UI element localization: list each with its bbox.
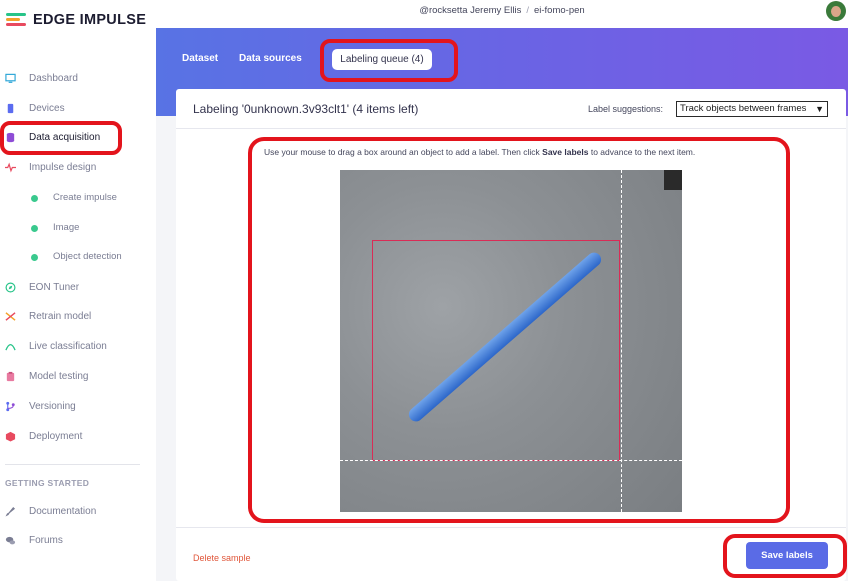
tab-dataset[interactable]: Dataset xyxy=(182,53,218,64)
tab-data-sources[interactable]: Data sources xyxy=(239,53,302,64)
card-footer-divider xyxy=(176,527,846,528)
sidebar-item-label: Image xyxy=(53,222,80,233)
breadcrumb-project[interactable]: ei-fomo-pen xyxy=(534,5,585,16)
rocket-icon xyxy=(5,506,16,517)
label-suggestions-select[interactable]: Track objects between frames ▼ xyxy=(676,101,828,117)
sidebar-item-label: Forums xyxy=(29,535,63,546)
dot-icon xyxy=(31,225,38,232)
sidebar: EDGE IMPULSE Dashboard Devices Data acqu… xyxy=(0,0,156,581)
topbar: @rocksetta Jeremy Ellis / ei-fomo-pen xyxy=(156,0,848,28)
breadcrumb-user[interactable]: @rocksetta Jeremy Ellis xyxy=(419,5,521,16)
database-icon xyxy=(6,132,15,143)
sidebar-item-label: EON Tuner xyxy=(29,282,80,293)
delete-sample-link[interactable]: Delete sample xyxy=(193,553,251,563)
sidebar-item-label: Versioning xyxy=(29,401,76,412)
chat-icon xyxy=(5,536,16,545)
logo-text: EDGE IMPULSE xyxy=(33,12,147,28)
labeling-canvas[interactable] xyxy=(340,170,682,512)
dot-icon xyxy=(31,195,38,202)
card-header: Labeling '0unknown.3v93clt1' (4 items le… xyxy=(176,89,846,129)
image-dark-corner xyxy=(664,170,682,190)
wave-icon xyxy=(5,344,16,351)
breadcrumb-separator: / xyxy=(526,5,529,16)
crosshair-horizontal xyxy=(340,460,682,461)
sidebar-item-label: Devices xyxy=(29,103,65,114)
select-value: Track objects between frames xyxy=(680,103,807,114)
sidebar-item-label: Retrain model xyxy=(29,311,92,322)
avatar-face xyxy=(831,6,841,17)
sidebar-item-label: Data acquisition xyxy=(29,132,101,143)
bounding-box[interactable] xyxy=(372,240,620,461)
tab-labeling-queue[interactable]: Labeling queue (4) xyxy=(332,49,432,70)
avatar[interactable] xyxy=(826,1,846,21)
instructions: Use your mouse to drag a box around an o… xyxy=(176,147,846,157)
labeling-card: Labeling '0unknown.3v93clt1' (4 items le… xyxy=(176,89,846,581)
chip-icon xyxy=(7,103,14,114)
dot-icon xyxy=(31,254,38,261)
sidebar-divider xyxy=(5,464,140,465)
sidebar-item-label: Deployment xyxy=(29,431,83,442)
label-suggestions-label: Label suggestions: xyxy=(588,104,664,114)
sidebar-item-label: Model testing xyxy=(29,371,89,382)
sidebar-item-label: Impulse design xyxy=(29,162,97,173)
compass-icon xyxy=(5,282,16,293)
hint-suffix: to advance to the next item. xyxy=(588,147,696,157)
hint-bold: Save labels xyxy=(542,147,589,157)
card-title: Labeling '0unknown.3v93clt1' (4 items le… xyxy=(193,102,419,116)
branch-icon xyxy=(6,401,15,412)
clipboard-icon xyxy=(6,371,15,382)
box-icon xyxy=(5,431,16,442)
sidebar-item-label: Live classification xyxy=(29,341,107,352)
breadcrumb: @rocksetta Jeremy Ellis / ei-fomo-pen xyxy=(156,5,848,16)
sidebar-item-label: Dashboard xyxy=(29,73,78,84)
hint-prefix: Use your mouse to drag a box around an o… xyxy=(264,147,543,157)
pulse-icon xyxy=(5,162,16,173)
monitor-icon xyxy=(5,73,16,83)
shuffle-icon xyxy=(5,312,16,321)
sidebar-item-label: Create impulse xyxy=(53,192,117,203)
sidebar-item-label: Object detection xyxy=(53,251,122,262)
sidebar-item-label: Documentation xyxy=(29,506,97,517)
logo[interactable]: EDGE IMPULSE xyxy=(6,10,146,30)
section-title-getting-started: GETTING STARTED xyxy=(5,478,90,488)
save-labels-button[interactable]: Save labels xyxy=(746,542,828,569)
chevron-down-icon: ▼ xyxy=(815,104,824,114)
edge-impulse-logo-icon xyxy=(6,12,26,28)
